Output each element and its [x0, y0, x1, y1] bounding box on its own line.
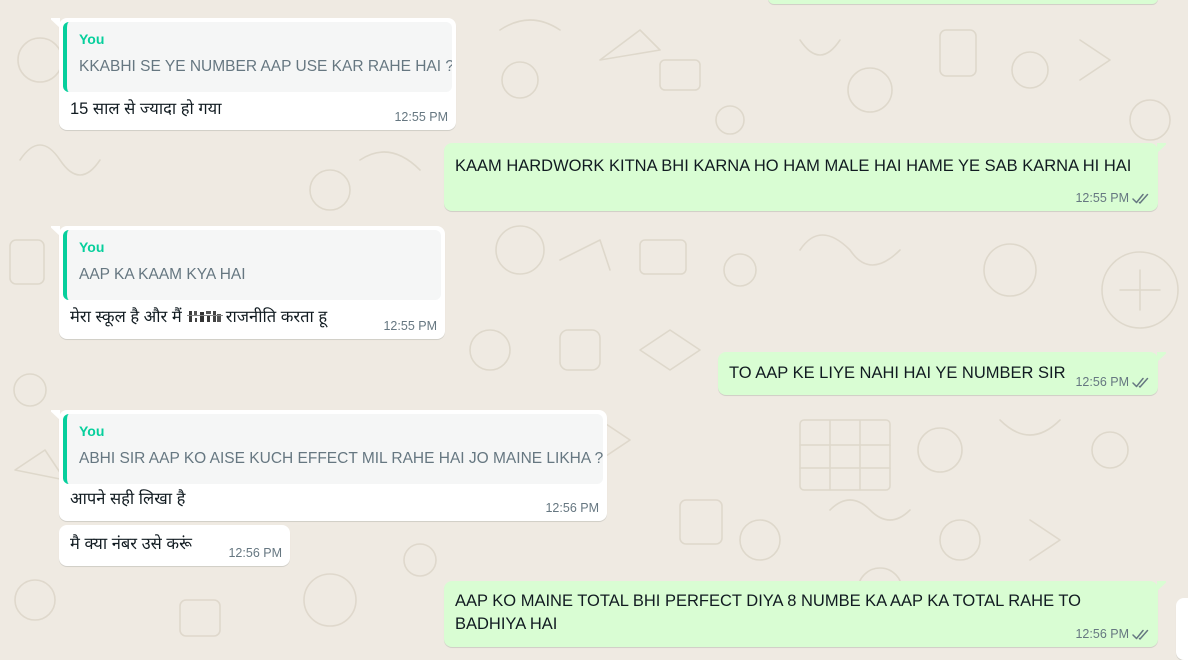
message-time: 12:56 PM — [545, 501, 599, 515]
redacted-text-icon — [186, 311, 223, 322]
outgoing-message[interactable]: TO AAP KE LIYE NAHI HAI YE NUMBER SIR 12… — [718, 352, 1166, 395]
message-text-after: राजनीति करता हू — [225, 308, 328, 326]
message-meta: 12:55 PM — [1075, 190, 1150, 206]
bubble-tail-icon — [1157, 581, 1166, 591]
outgoing-message[interactable]: KAAM HARDWORK KITNA BHI KARNA HO HAM MAL… — [444, 143, 1166, 211]
message-text: KAAM HARDWORK KITNA BHI KARNA HO HAM MAL… — [455, 157, 1132, 175]
message-text: AAP KO MAINE TOTAL BHI PERFECT DIYA 8 NU… — [455, 592, 1081, 633]
quoted-message[interactable]: You AAP KA KAAM KYA HAI — [63, 230, 441, 300]
next-message-edge — [1176, 598, 1188, 660]
message-meta: 12:56 PM — [228, 545, 282, 561]
message-time: 12:55 PM — [394, 110, 448, 124]
read-double-tick-icon — [1132, 193, 1149, 204]
bubble-tail-icon — [1157, 143, 1166, 153]
message-time: 12:56 PM — [1075, 375, 1129, 389]
message-meta: 12:56 PM — [1075, 626, 1150, 642]
quoted-author: You — [79, 31, 105, 47]
quoted-text: KKABHI SE YE NUMBER AAP USE KAR RAHE HAI… — [79, 58, 452, 75]
bubble-tail-icon — [1157, 352, 1166, 362]
message-text: TO AAP KE LIYE NAHI HAI YE NUMBER SIR — [729, 364, 1066, 382]
read-double-tick-icon — [1132, 377, 1149, 388]
incoming-message[interactable]: You AAP KA KAAM KYA HAI मेरा स्कूल है और… — [51, 226, 445, 339]
bubble-tail-icon — [51, 18, 60, 28]
quoted-author: You — [79, 239, 105, 255]
bubble-tail-icon — [51, 226, 60, 236]
quoted-text: AAP KA KAAM KYA HAI — [79, 266, 246, 283]
message-time: 12:56 PM — [228, 546, 282, 560]
message-time: 12:56 PM — [1075, 627, 1129, 641]
previous-outgoing-message-edge — [768, 0, 1158, 4]
quoted-text: ABHI SIR AAP KO AISE KUCH EFFECT MIL RAH… — [79, 450, 603, 467]
incoming-message[interactable]: You ABHI SIR AAP KO AISE KUCH EFFECT MIL… — [51, 410, 607, 521]
message-meta: 12:56 PM — [1075, 374, 1150, 390]
message-text: 15 साल से ज्यादा हो गया — [70, 100, 222, 118]
message-time: 12:55 PM — [1075, 191, 1129, 205]
message-text: मै क्या नंबर उसे करूं — [70, 535, 192, 553]
incoming-message[interactable]: You KKABHI SE YE NUMBER AAP USE KAR RAHE… — [51, 18, 456, 130]
message-meta: 12:55 PM — [383, 318, 437, 334]
quoted-message[interactable]: You ABHI SIR AAP KO AISE KUCH EFFECT MIL… — [63, 414, 603, 484]
message-text: मेरा स्कूल है और मैं राजनीति करता हू — [70, 306, 327, 329]
outgoing-message[interactable]: AAP KO MAINE TOTAL BHI PERFECT DIYA 8 NU… — [444, 581, 1166, 647]
incoming-message[interactable]: मै क्या नंबर उसे करूं 12:56 PM — [59, 525, 290, 566]
message-meta: 12:56 PM — [545, 500, 599, 516]
message-text-before: मेरा स्कूल है और मैं — [70, 308, 182, 326]
quoted-message[interactable]: You KKABHI SE YE NUMBER AAP USE KAR RAHE… — [63, 22, 452, 92]
message-text: आपने सही लिखा है — [70, 490, 186, 508]
message-time: 12:55 PM — [383, 319, 437, 333]
read-double-tick-icon — [1132, 629, 1149, 640]
bubble-tail-icon — [51, 410, 60, 420]
message-meta: 12:55 PM — [394, 109, 448, 125]
quoted-author: You — [79, 423, 105, 439]
